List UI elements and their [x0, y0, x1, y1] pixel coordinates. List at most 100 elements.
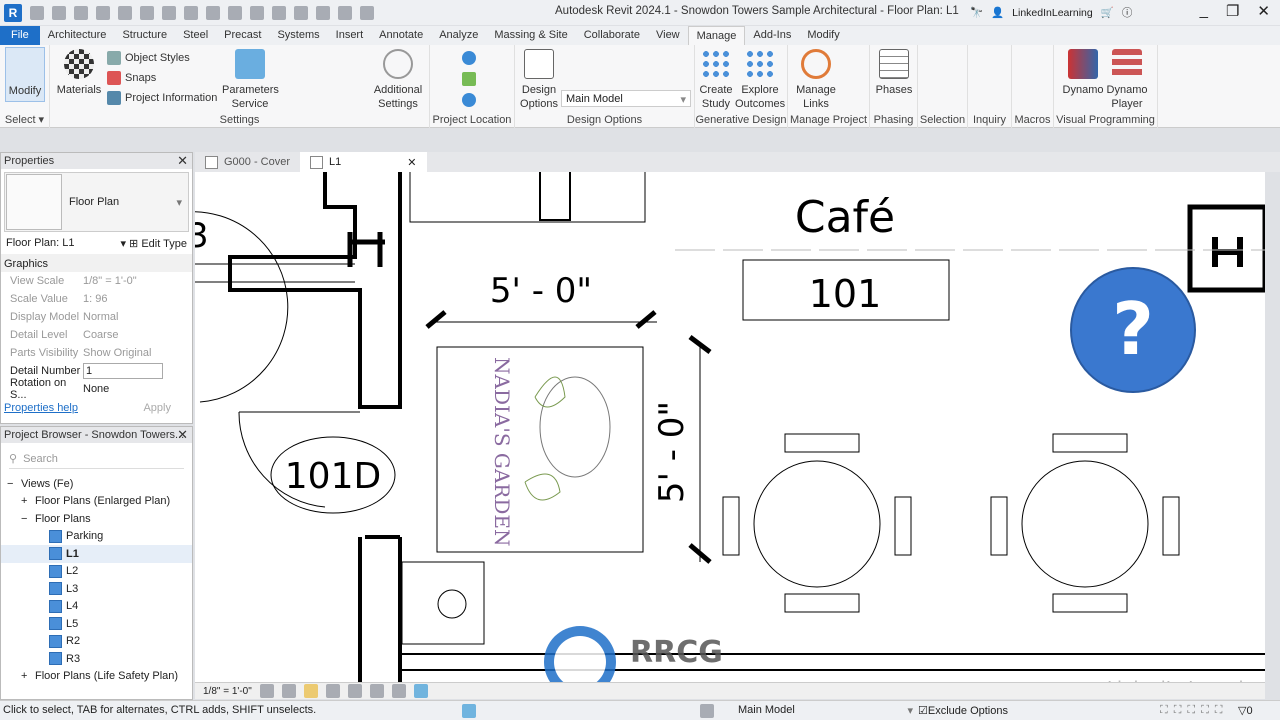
- browser-item[interactable]: + Floor Plans (Enlarged Plan): [1, 493, 192, 511]
- coordinates-icon[interactable]: [462, 72, 476, 86]
- help-symbol[interactable]: ?: [1070, 267, 1196, 393]
- browser-item[interactable]: L3: [1, 580, 192, 598]
- tab-add-ins[interactable]: Add-Ins: [745, 26, 799, 45]
- browser-item[interactable]: L1: [1, 545, 192, 563]
- browser-item[interactable]: − Views (Fe): [1, 475, 192, 493]
- graphics-group[interactable]: Graphics: [1, 254, 192, 272]
- phases-button[interactable]: Phases: [874, 49, 914, 97]
- property-row[interactable]: Display Model Normal: [1, 308, 192, 326]
- tab-view[interactable]: View: [648, 26, 688, 45]
- tab-precast[interactable]: Precast: [216, 26, 269, 45]
- project-information-button[interactable]: Project Information: [107, 91, 217, 105]
- browser-item[interactable]: R2: [1, 633, 192, 651]
- property-value[interactable]: 1: [83, 363, 163, 379]
- search-input[interactable]: ⚲ Search: [9, 449, 184, 469]
- close-icon[interactable]: ✕: [177, 153, 188, 169]
- tab-insert[interactable]: Insert: [328, 26, 372, 45]
- detail-level-icon[interactable]: [259, 684, 274, 698]
- visual-style-icon[interactable]: [281, 684, 296, 698]
- sun-path-icon[interactable]: [303, 684, 318, 698]
- tab-systems[interactable]: Systems: [269, 26, 327, 45]
- additional-settings-button[interactable]: Additional Settings: [370, 49, 426, 111]
- exclude-options-checkbox[interactable]: ☑Exclude Options: [918, 704, 1008, 717]
- user-menu[interactable]: LinkedInLearning: [1012, 7, 1093, 19]
- selection-toggle-icons[interactable]: ⛶⛶⛶⛶⛶: [1160, 704, 1229, 717]
- property-row[interactable]: Rotation on S... None: [1, 377, 192, 401]
- worksets-icon[interactable]: [462, 704, 476, 718]
- expand-icon[interactable]: +: [21, 495, 31, 507]
- tab-analyze[interactable]: Analyze: [431, 26, 486, 45]
- dynamo-button[interactable]: Dynamo: [1060, 49, 1106, 97]
- tab-collaborate[interactable]: Collaborate: [576, 26, 648, 45]
- tab-architecture[interactable]: Architecture: [40, 26, 115, 45]
- create-study-button[interactable]: Create Study: [697, 49, 735, 111]
- text-icon[interactable]: [250, 5, 264, 20]
- close-icon[interactable]: ✕: [407, 156, 416, 169]
- object-styles-button[interactable]: Object Styles: [107, 51, 190, 65]
- materials-button[interactable]: Materials: [56, 49, 102, 97]
- design-option-select[interactable]: Main Model ▾: [561, 90, 691, 107]
- view-scale-button[interactable]: 1/8" = 1'-0": [203, 686, 252, 697]
- open-icon[interactable]: [52, 5, 66, 20]
- door-tag[interactable]: 101D: [285, 456, 381, 497]
- 3d-view-icon[interactable]: [272, 5, 286, 20]
- expand-icon[interactable]: +: [21, 670, 31, 682]
- browser-item[interactable]: L5: [1, 615, 192, 633]
- filter-icon[interactable]: ▽0: [1238, 704, 1253, 717]
- tab-steel[interactable]: Steel: [175, 26, 216, 45]
- home-icon[interactable]: [30, 5, 44, 20]
- position-icon[interactable]: [462, 93, 476, 107]
- browser-item[interactable]: Parking: [1, 528, 192, 546]
- dimension-horizontal[interactable]: 5' - 0": [490, 271, 592, 311]
- modify-button[interactable]: Modify: [5, 47, 45, 102]
- design-options-button[interactable]: Design Options: [519, 49, 559, 111]
- tab-manage[interactable]: Manage: [687, 26, 746, 45]
- tag-icon[interactable]: [228, 5, 242, 20]
- close-icon[interactable]: ✕: [177, 427, 188, 443]
- design-options-icon[interactable]: [700, 704, 714, 718]
- print-icon[interactable]: [162, 5, 176, 20]
- thin-lines-icon[interactable]: [316, 5, 330, 20]
- switch-windows-icon[interactable]: [360, 5, 374, 20]
- tab-modify[interactable]: Modify: [799, 26, 847, 45]
- apply-button[interactable]: Apply: [143, 402, 189, 414]
- sync-icon[interactable]: [96, 5, 110, 20]
- measure-icon[interactable]: [184, 5, 198, 20]
- temporary-hide-icon[interactable]: [391, 684, 406, 698]
- expand-icon[interactable]: −: [21, 513, 31, 525]
- instance-filter[interactable]: Floor Plan: L1: [6, 237, 74, 250]
- property-row[interactable]: Scale Value 1: 96: [1, 290, 192, 308]
- shadows-icon[interactable]: [325, 684, 340, 698]
- parameters-service-button[interactable]: Parameters Service: [222, 49, 279, 111]
- browser-item[interactable]: L2: [1, 563, 192, 581]
- close-hidden-icon[interactable]: [338, 5, 352, 20]
- crop-view-icon[interactable]: [347, 684, 362, 698]
- location-icon[interactable]: [462, 51, 476, 65]
- active-design-option-select[interactable]: Main Model ▾: [738, 704, 913, 717]
- tab-annotate[interactable]: Annotate: [371, 26, 431, 45]
- properties-help-link[interactable]: Properties help: [4, 402, 78, 414]
- section-icon[interactable]: [294, 5, 308, 20]
- minimize-button[interactable]: _: [1200, 2, 1208, 20]
- snaps-button[interactable]: Snaps: [107, 71, 156, 85]
- help-icon[interactable]: ⓘ: [1122, 5, 1133, 20]
- browser-item[interactable]: + Floor Plans (Life Safety Plan): [1, 668, 192, 686]
- manage-links-button[interactable]: Manage Links: [794, 49, 838, 111]
- revit-logo[interactable]: R: [4, 3, 22, 22]
- dynamo-player-button[interactable]: Dynamo Player: [1104, 49, 1150, 111]
- tab-structure[interactable]: Structure: [114, 26, 175, 45]
- edit-type-button[interactable]: ▾ ⊞ Edit Type: [120, 237, 187, 250]
- select-dropdown[interactable]: Select ▾: [0, 113, 49, 126]
- property-row[interactable]: Parts Visibility Show Original: [1, 344, 192, 362]
- redo-icon[interactable]: [140, 5, 154, 20]
- browser-item[interactable]: L4: [1, 598, 192, 616]
- binoculars-icon[interactable]: 🔭: [970, 6, 983, 19]
- reveal-hidden-icon[interactable]: [413, 684, 428, 698]
- show-crop-icon[interactable]: [369, 684, 384, 698]
- expand-icon[interactable]: −: [7, 478, 17, 490]
- property-row[interactable]: Detail Level Coarse: [1, 326, 192, 344]
- view-tab[interactable]: L1 ✕: [300, 152, 427, 172]
- close-button[interactable]: ✕: [1257, 2, 1270, 20]
- cart-icon[interactable]: 🛒: [1101, 6, 1114, 19]
- property-row[interactable]: View Scale 1/8" = 1'-0": [1, 272, 192, 290]
